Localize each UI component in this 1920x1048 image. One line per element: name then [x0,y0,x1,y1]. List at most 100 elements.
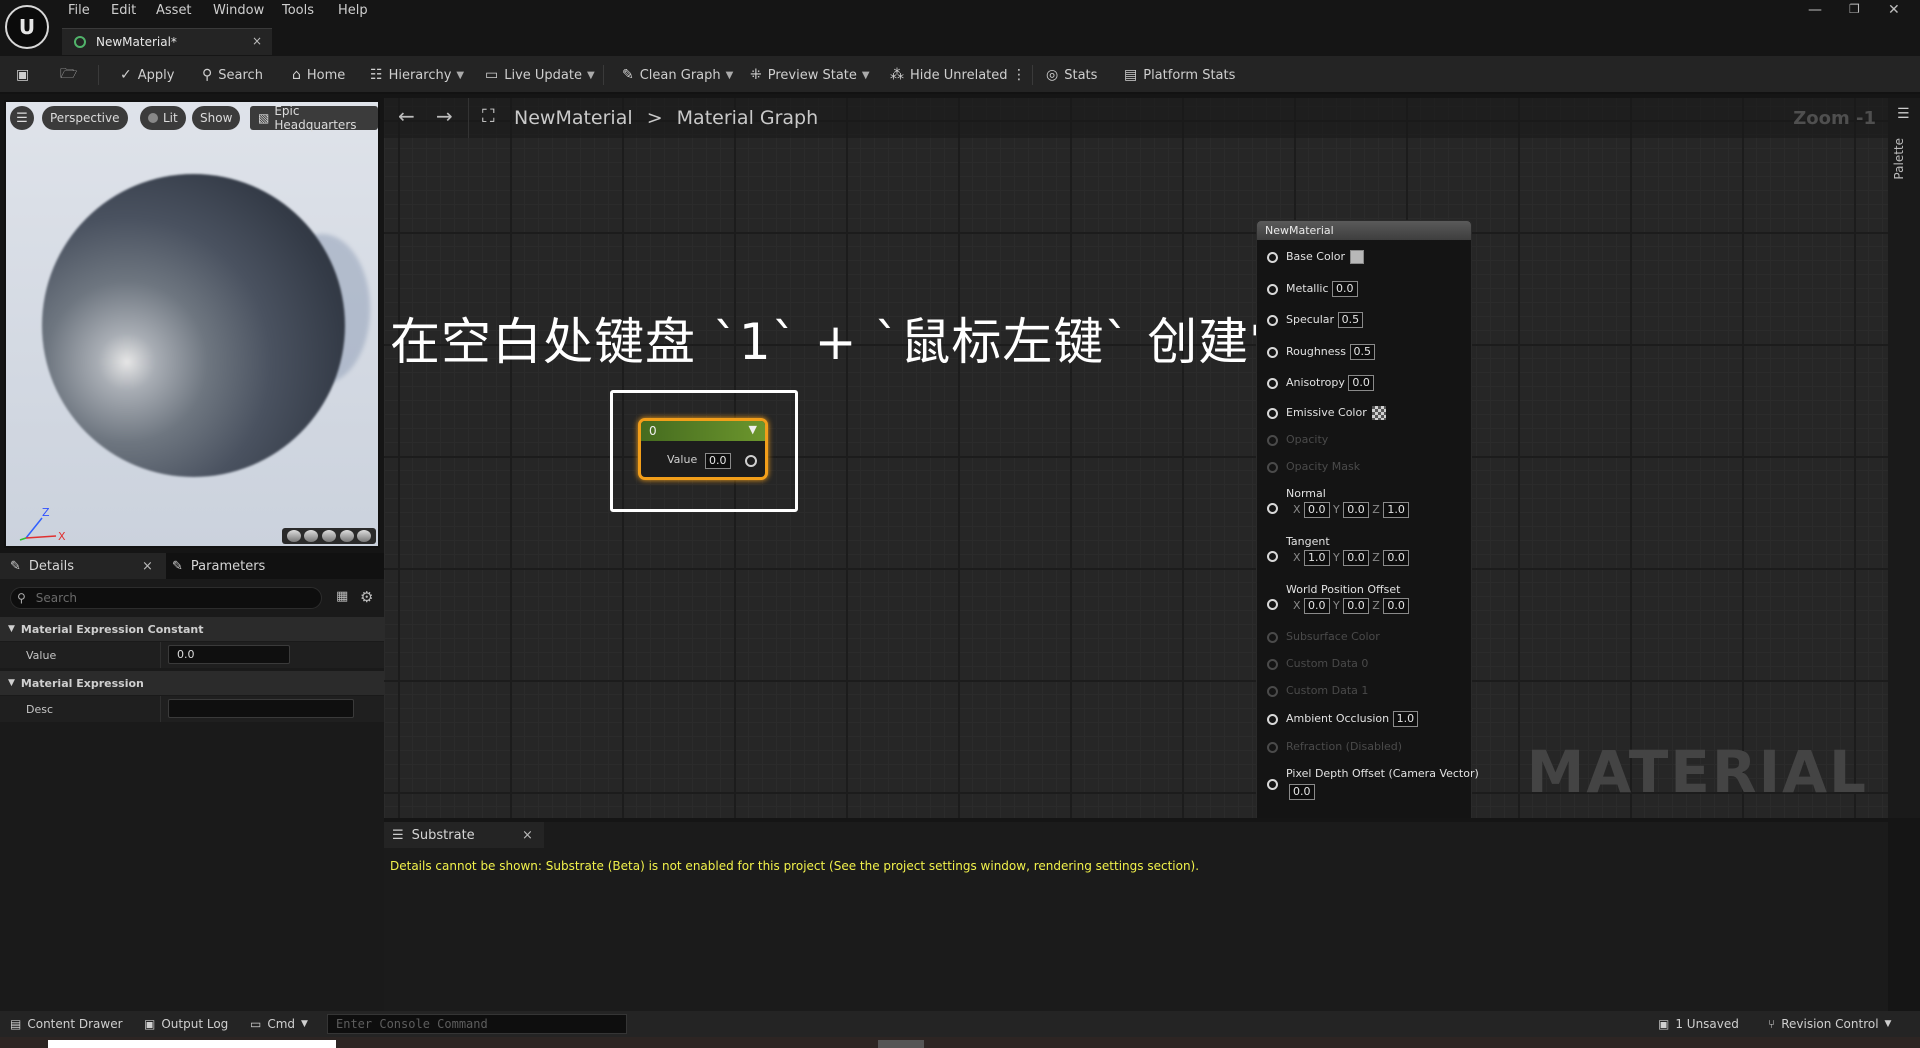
output-log-button[interactable]: ▣ Output Log [144,1011,228,1037]
tab-parameters[interactable]: ✎ Parameters [172,553,265,579]
environment-icon: ▧ [258,111,270,125]
desc-input[interactable] [168,699,354,718]
pin-anisotropy[interactable]: Anisotropy 0.0 [1267,375,1374,391]
emissive-swatch[interactable] [1371,406,1386,420]
material-watermark: MATERIAL [1526,738,1868,806]
pin-normal[interactable] [1267,503,1278,514]
grid-view-icon[interactable]: ▦ [336,589,348,604]
home-button[interactable]: ⌂ Home [292,56,345,94]
live-update-button[interactable]: ▭ Live Update ▼ [485,56,595,94]
zoom-level: Zoom -1 [1793,108,1876,129]
settings-gear-icon[interactable]: ⚙ [360,588,373,606]
details-search-input[interactable]: ⚲ Search [10,587,322,609]
details-tabs: ✎ Details × ✎ Parameters [0,553,384,579]
material-graph-canvas[interactable]: ← → ⛶ NewMaterial > Material Graph Zoom … [384,98,1888,818]
console-command-input[interactable]: Enter Console Command [327,1014,627,1034]
material-result-node[interactable]: NewMaterial Base Color Metallic 0.0 Spec… [1256,220,1479,818]
stats-button[interactable]: ◎ Stats [1046,56,1097,94]
menu-edit[interactable]: Edit [111,3,136,18]
revision-control-button[interactable]: ⑂ Revision Control ▼ [1768,1011,1891,1037]
details-panel: ✎ Details × ✎ Parameters ⚲ Search ▦ ⚙ ▼ … [0,553,384,1011]
chevron-down-icon[interactable]: ▼ [749,423,757,436]
tangent-label: Tangent [1286,535,1330,548]
document-tab-newmaterial[interactable]: NewMaterial* × [62,28,272,55]
preview-shape-buttons[interactable] [282,528,376,544]
platform-stats-button[interactable]: ▤ Platform Stats [1124,56,1235,94]
browse-icon[interactable]: 🗁 [60,56,83,94]
pdo-value[interactable]: 0.0 [1289,784,1315,800]
more-options-icon[interactable]: ⋮ [1012,56,1032,94]
constant-value-field[interactable]: 0.0 [705,453,731,469]
cube-icon[interactable] [339,530,354,542]
environment-button[interactable]: ▧ Epic Headquarters [250,104,378,132]
palette-sidebar[interactable]: ☰ Palette [1888,98,1920,818]
wpo-xyz[interactable]: X 0.0 Y 0.0 Z 0.0 [1293,598,1409,614]
pin-subsurface-color: Subsurface Color [1267,630,1380,643]
pin-world-position-offset[interactable] [1267,599,1278,610]
plane-icon[interactable] [321,530,336,542]
hierarchy-button[interactable]: ☷ Hierarchy ▼ [370,56,464,94]
normal-xyz[interactable]: X 0.0 Y 0.0 Z 1.0 [1293,502,1409,518]
hide-unrelated-button[interactable]: ⁂ Hide Unrelated [890,56,1008,94]
constant-node-title[interactable]: 0 [641,421,765,441]
preview-viewport[interactable]: ☰ Perspective Lit Show ▧ Epic Headquarter… [4,100,380,548]
menu-asset[interactable]: Asset [156,3,192,18]
lit-button[interactable]: Lit [140,106,186,130]
close-details-icon[interactable]: × [142,559,153,574]
menu-window[interactable]: Window [213,3,264,18]
pin-tangent[interactable] [1267,551,1278,562]
menu-file[interactable]: File [68,3,90,18]
value-input[interactable]: 0.0 [168,645,290,664]
minimize-button[interactable]: — [1808,2,1822,18]
unsaved-button[interactable]: ▣ 1 Unsaved [1658,1011,1739,1037]
constant-node[interactable]: 0 ▼ Value 0.0 [638,418,768,480]
pin-roughness[interactable]: Roughness 0.5 [1267,344,1376,360]
show-button[interactable]: Show [192,106,241,130]
pin-ambient-occlusion[interactable]: Ambient Occlusion 1.0 [1267,711,1419,727]
status-bar: ▤ Content Drawer ▣ Output Log ▭ Cmd ▼ Enter … [0,1011,1920,1037]
viewport-menu-icon[interactable]: ☰ [10,106,34,130]
clean-graph-button[interactable]: ✎ Clean Graph ▼ [622,56,733,94]
section-material-expression[interactable]: ▼ Material Expression [0,671,384,695]
menu-tools[interactable]: Tools [282,3,314,18]
pin-pixel-depth-offset[interactable] [1267,779,1278,790]
content-drawer-button[interactable]: ▤ Content Drawer [10,1011,123,1037]
tutorial-annotation: 在空白处键盘 `1` + `鼠标左键` 创建常量 [390,313,1352,371]
cmd-dropdown[interactable]: ▭ Cmd ▼ [250,1011,308,1037]
save-icon[interactable]: ▣ [16,56,35,94]
tab-details[interactable]: ✎ Details × [0,553,166,579]
perspective-button[interactable]: Perspective [42,106,128,130]
tangent-xyz[interactable]: X 1.0 Y 0.0 Z 0.0 [1293,550,1409,566]
search-button[interactable]: ⚲ Search [202,56,263,94]
tab-substrate[interactable]: ☰ Substrate × [384,822,544,848]
palette-list-icon[interactable]: ☰ [1897,106,1910,122]
normal-label: Normal [1286,487,1326,500]
section-material-expression-constant[interactable]: ▼ Material Expression Constant [0,617,384,641]
pin-custom-data-1: Custom Data 1 [1267,684,1368,697]
close-window-button[interactable]: ✕ [1888,2,1900,18]
teapot-icon[interactable] [357,530,372,542]
pin-metallic[interactable]: Metallic 0.0 [1267,281,1358,297]
pin-emissive-color[interactable]: Emissive Color [1267,406,1386,420]
close-tab-icon[interactable]: × [252,34,262,48]
breadcrumb-newmaterial[interactable]: NewMaterial [514,107,633,129]
back-arrow-icon[interactable]: ← [398,104,415,128]
substrate-panel: ☰ Substrate × Details cannot be shown: S… [384,822,1888,1011]
pin-base-color[interactable]: Base Color [1267,250,1365,264]
pin-specular[interactable]: Specular 0.5 [1267,312,1364,328]
palette-tab[interactable]: Palette [1892,138,1906,180]
apply-icon: ✓ [120,67,132,83]
breadcrumb-material-graph[interactable]: Material Graph [677,107,819,129]
menu-help[interactable]: Help [338,3,368,18]
restore-button[interactable]: ❐ [1849,2,1860,16]
apply-button[interactable]: ✓ Apply [120,56,174,94]
forward-arrow-icon[interactable]: → [436,104,453,128]
toolbar: ▣ 🗁 ✓ Apply ⚲ Search ⌂ Home ☷ Hierarchy ▼ ▭ Li… [0,56,1920,94]
close-substrate-icon[interactable]: × [522,828,533,843]
unreal-logo-icon[interactable]: U [5,5,49,49]
cylinder-icon[interactable] [286,530,301,542]
sphere-icon[interactable] [304,530,319,542]
color-swatch[interactable] [1350,250,1365,264]
output-pin-icon[interactable] [745,455,757,467]
preview-state-button[interactable]: ⁜ Preview State ▼ [750,56,870,94]
